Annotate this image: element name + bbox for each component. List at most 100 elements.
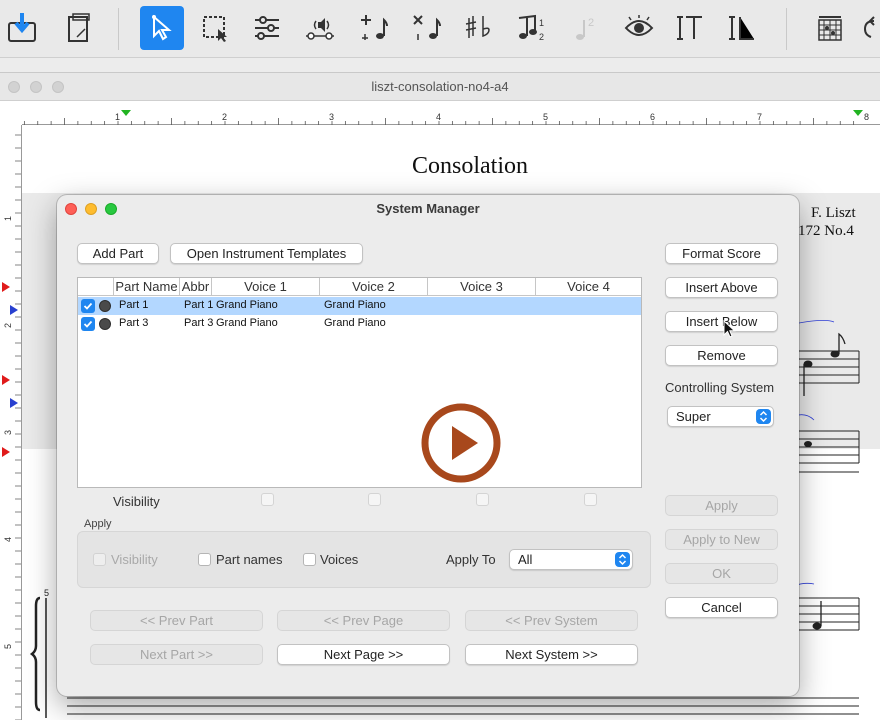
marquee-select-icon[interactable] bbox=[193, 6, 237, 50]
toolbar-separator bbox=[786, 8, 787, 50]
page-icon[interactable] bbox=[56, 6, 100, 50]
apply-voices-label: Voices bbox=[320, 552, 359, 567]
chord-grid-icon[interactable] bbox=[808, 6, 852, 50]
voice-2-visibility-checkbox[interactable] bbox=[368, 493, 381, 506]
system-marker-icon bbox=[2, 282, 10, 292]
mouse-pointer-icon bbox=[723, 320, 736, 338]
lyrics-icon[interactable] bbox=[720, 6, 764, 50]
text-icon[interactable] bbox=[668, 6, 712, 50]
checkmark-icon bbox=[83, 320, 93, 328]
ruler-label: 3 bbox=[329, 112, 334, 122]
margin-marker-icon bbox=[853, 110, 863, 116]
prev-part-button[interactable]: << Prev Part bbox=[90, 610, 263, 631]
part-color-dot[interactable] bbox=[99, 318, 111, 330]
import-icon[interactable] bbox=[0, 6, 44, 50]
system-marker-icon bbox=[10, 305, 18, 315]
sliders-icon[interactable] bbox=[245, 6, 289, 50]
prev-system-button[interactable]: << Prev System bbox=[465, 610, 638, 631]
selection-arrow-icon[interactable] bbox=[140, 6, 184, 50]
apply-part-names-checkbox[interactable] bbox=[198, 553, 211, 566]
vertical-ruler-label: 2 bbox=[3, 323, 13, 328]
checkmark-icon bbox=[83, 302, 93, 310]
system-manager-dialog: System Manager Add Part Open Instrument … bbox=[57, 195, 799, 696]
format-score-button[interactable]: Format Score bbox=[665, 243, 778, 264]
ruler-label: 7 bbox=[757, 112, 762, 122]
voice-3-visibility-checkbox[interactable] bbox=[476, 493, 489, 506]
system-marker-icon bbox=[2, 375, 10, 385]
play-video-icon[interactable] bbox=[420, 402, 502, 484]
apply-voices-checkbox[interactable] bbox=[303, 553, 316, 566]
parts-table-header: Part Name Abbr Voice 1 Voice 2 Voice 3 V… bbox=[78, 278, 641, 296]
part-visible-checkbox[interactable] bbox=[81, 299, 95, 313]
next-part-button[interactable]: Next Part >> bbox=[90, 644, 263, 665]
margin-marker-icon bbox=[121, 110, 131, 116]
controlling-system-select[interactable]: Super bbox=[667, 406, 774, 427]
apply-to-new-button[interactable]: Apply to New bbox=[665, 529, 778, 550]
apply-visibility-checkbox[interactable] bbox=[93, 553, 106, 566]
column-header-voice-2[interactable]: Voice 2 bbox=[319, 278, 427, 296]
main-toolbar: 12 2 bbox=[0, 0, 880, 58]
eye-icon[interactable] bbox=[617, 6, 661, 50]
table-row[interactable]: Part 1 Part 1 Grand Piano Grand Piano bbox=[78, 297, 641, 315]
open-instrument-templates-button[interactable]: Open Instrument Templates bbox=[170, 243, 363, 264]
part-abbr-cell[interactable]: Part 3 bbox=[184, 317, 214, 329]
voice-2-cell[interactable]: Grand Piano bbox=[324, 299, 424, 311]
audio-staff-icon[interactable] bbox=[298, 6, 342, 50]
table-row[interactable]: Part 3 Part 3 Grand Piano Grand Piano bbox=[78, 315, 641, 333]
voice-1-visibility-checkbox[interactable] bbox=[261, 493, 274, 506]
voice-1-cell[interactable]: Grand Piano bbox=[216, 317, 316, 329]
column-header-part-name[interactable]: Part Name bbox=[113, 278, 179, 296]
ruler-label: 6 bbox=[650, 112, 655, 122]
apply-to-value: All bbox=[518, 552, 533, 567]
voice-2-cell[interactable]: Grand Piano bbox=[324, 317, 424, 329]
svg-text:2: 2 bbox=[588, 17, 594, 29]
column-header-voice-1[interactable]: Voice 1 bbox=[211, 278, 319, 296]
document-titlebar: liszt-consolation-no4-a4 bbox=[0, 73, 880, 101]
apply-group-label: Apply bbox=[84, 518, 112, 530]
next-system-button[interactable]: Next System >> bbox=[465, 644, 638, 665]
horizontal-ruler[interactable]: 1 2 3 4 5 6 7 8 bbox=[22, 109, 880, 125]
controlling-system-value: Super bbox=[676, 409, 711, 424]
column-header-voice-3[interactable]: Voice 3 bbox=[427, 278, 535, 296]
part-name-cell[interactable]: Part 1 bbox=[119, 299, 181, 311]
system-marker-icon bbox=[2, 447, 10, 457]
next-page-button[interactable]: Next Page >> bbox=[277, 644, 450, 665]
part-name-cell[interactable]: Part 3 bbox=[119, 317, 181, 329]
fingering-icon[interactable]: 2 bbox=[563, 6, 607, 50]
apply-button[interactable]: Apply bbox=[665, 495, 778, 516]
prev-page-button[interactable]: << Prev Page bbox=[277, 610, 450, 631]
add-part-button[interactable]: Add Part bbox=[77, 243, 159, 264]
tuplet-icon[interactable]: 12 bbox=[510, 6, 554, 50]
controlling-system-label: Controlling System bbox=[665, 380, 775, 395]
vertical-ruler[interactable]: 1 2 3 4 5 bbox=[0, 125, 22, 720]
vertical-ruler-label: 3 bbox=[3, 430, 13, 435]
column-header-abbr[interactable]: Abbr bbox=[179, 278, 211, 296]
vertical-ruler-scale: 1 2 3 4 5 bbox=[2, 134, 21, 720]
ok-button[interactable]: OK bbox=[665, 563, 778, 584]
ruler-label: 1 bbox=[115, 112, 120, 122]
part-color-dot[interactable] bbox=[99, 300, 111, 312]
vertical-ruler-label: 1 bbox=[3, 216, 13, 221]
part-visible-checkbox[interactable] bbox=[81, 317, 95, 331]
insert-below-button[interactable]: Insert Below bbox=[665, 311, 778, 332]
delete-note-icon[interactable] bbox=[404, 6, 448, 50]
column-header-voice-4[interactable]: Voice 4 bbox=[535, 278, 641, 296]
accidentals-icon[interactable] bbox=[457, 6, 501, 50]
apply-visibility-label: Visibility bbox=[111, 552, 158, 567]
add-note-icon[interactable] bbox=[351, 6, 395, 50]
cancel-button[interactable]: Cancel bbox=[665, 597, 778, 618]
insert-above-button[interactable]: Insert Above bbox=[665, 277, 778, 298]
document-title: liszt-consolation-no4-a4 bbox=[371, 79, 509, 94]
ruler-label: 8 bbox=[864, 112, 869, 122]
voice-4-visibility-checkbox[interactable] bbox=[584, 493, 597, 506]
part-abbr-cell[interactable]: Part 1 bbox=[184, 299, 214, 311]
remove-button[interactable]: Remove bbox=[665, 345, 778, 366]
select-chevrons-icon bbox=[615, 552, 630, 567]
dialog-title: System Manager bbox=[376, 201, 480, 216]
vertical-ruler-label: 4 bbox=[3, 537, 13, 542]
undo-icon[interactable] bbox=[852, 6, 880, 50]
parts-table[interactable]: Part Name Abbr Voice 1 Voice 2 Voice 3 V… bbox=[77, 277, 642, 488]
voice-1-cell[interactable]: Grand Piano bbox=[216, 299, 316, 311]
system-marker-icon bbox=[10, 398, 18, 408]
apply-to-select[interactable]: All bbox=[509, 549, 633, 570]
